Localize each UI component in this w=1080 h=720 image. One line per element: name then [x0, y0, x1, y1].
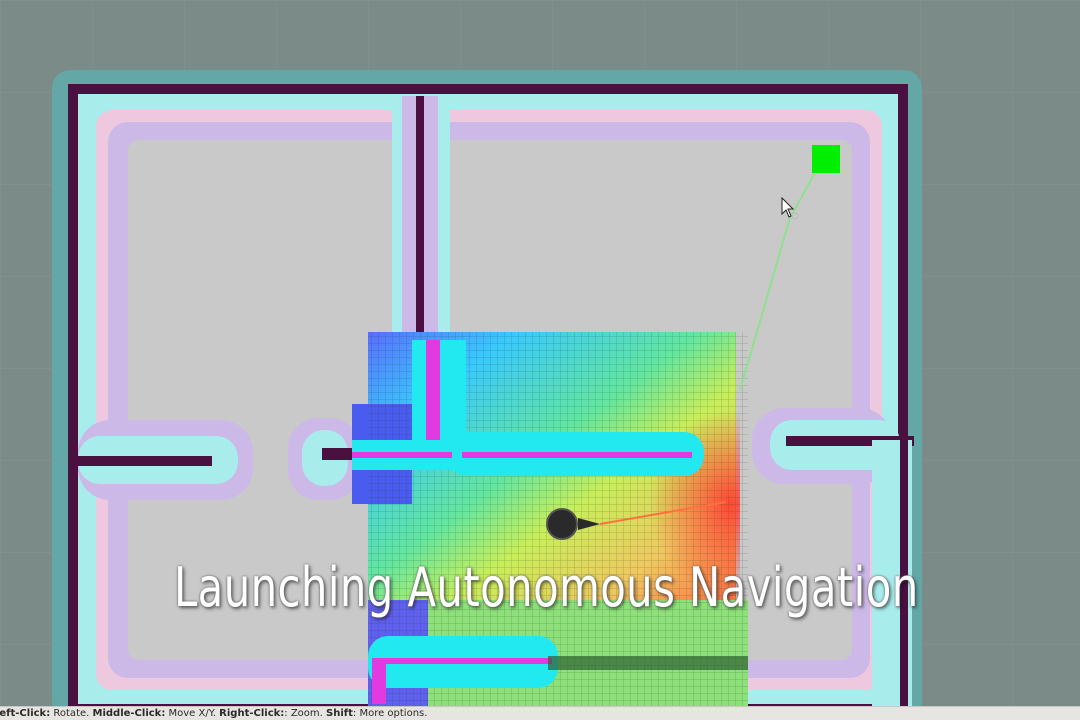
video-caption: Launching Autonomous Navigation [173, 556, 919, 619]
status-middle-click-key: Middle-Click: [92, 708, 166, 719]
status-left-click-desc: Rotate. [50, 708, 93, 719]
status-shift-key: Shift [326, 708, 353, 719]
inner-wall-vertical [416, 96, 424, 346]
status-right-click-desc: : Zoom. [284, 708, 327, 719]
status-right-click-key: Right-Click: [219, 708, 285, 719]
status-left-click-key: Left-Click: [0, 708, 51, 719]
status-shift-desc: : More options. [352, 708, 428, 719]
status-bar: Left-Click: Rotate. Middle-Click: Move X… [0, 706, 1080, 720]
goal-marker-icon[interactable] [812, 145, 840, 173]
status-middle-click-desc: Move X/Y. [165, 708, 220, 719]
map-3d-viewport[interactable]: Launching Autonomous Navigation [0, 0, 1080, 706]
left-divider-wall [78, 456, 212, 466]
